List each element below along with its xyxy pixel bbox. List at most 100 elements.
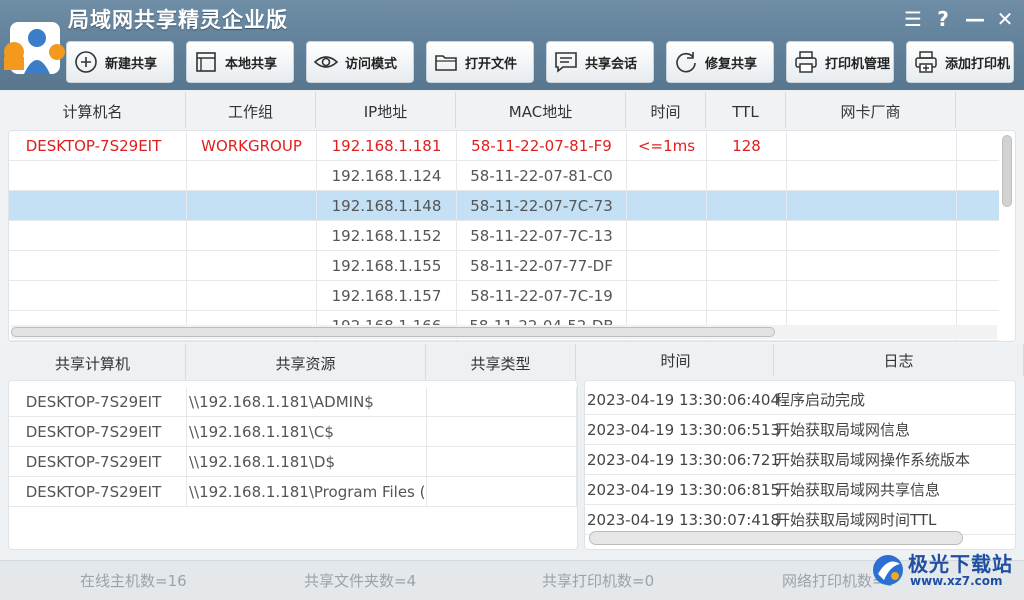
host-row[interactable]: 192.168.1.148 58-11-22-07-7C-73	[9, 191, 999, 221]
share-cell: DESKTOP-7S29EIT	[9, 447, 187, 477]
scroll-thumb[interactable]	[11, 327, 775, 337]
host-row[interactable]: 192.168.1.155 58-11-22-07-77-DF	[9, 251, 999, 281]
share-cell	[427, 477, 577, 507]
log-message: 开始获取局域网共享信息	[775, 481, 941, 499]
share-row[interactable]: DESKTOP-7S29EIT \\192.168.1.181\D$	[9, 447, 577, 477]
share-cell: \\192.168.1.181\D$	[187, 447, 427, 477]
hosts-column-header[interactable]: MAC地址	[456, 92, 626, 128]
toolbar-button-4[interactable]: 共享会话	[546, 41, 654, 83]
shares-column-header[interactable]: 共享计算机	[0, 344, 186, 380]
host-cell	[707, 251, 787, 281]
share-cell	[427, 387, 577, 417]
shares-column-header[interactable]: 共享资源	[186, 344, 426, 380]
hosts-vertical-scrollbar[interactable]	[1001, 133, 1013, 309]
hosts-column-header[interactable]: 网卡厂商	[786, 92, 956, 128]
host-row[interactable]: DESKTOP-7S29EIT WORKGROUP 192.168.1.181 58-…	[9, 131, 999, 161]
log-row[interactable]: 2023-04-19 13:30:06:404 程序启动完成	[585, 385, 1015, 415]
toolbar-button-1[interactable]: 本地共享	[186, 41, 294, 83]
app-window: 局域网共享精灵企业版 ☰ ? — ✕ 新建共享 本地共享 访问模式 打开文件 共享会话 修…	[0, 0, 1024, 600]
log-time: 2023-04-19 13:30:06:404	[587, 391, 780, 409]
host-cell	[787, 221, 957, 251]
toolbar-button-3[interactable]: 打开文件	[426, 41, 534, 83]
app-title: 局域网共享精灵企业版	[68, 8, 288, 32]
host-cell: 58-11-22-07-7C-73	[457, 191, 627, 221]
hosts-column-header[interactable]: 时间	[626, 92, 706, 128]
window-icon	[193, 49, 219, 75]
scroll-thumb[interactable]	[1002, 135, 1012, 207]
minimize-button[interactable]: —	[962, 6, 988, 32]
shares-column-header[interactable]: 共享类型	[426, 344, 576, 380]
host-cell: 58-11-22-07-81-C0	[457, 161, 627, 191]
close-button[interactable]: ✕	[992, 6, 1018, 32]
share-cell: \\192.168.1.181\Program Files (x86)	[187, 477, 427, 507]
log-column-header[interactable]: 时间	[578, 344, 774, 376]
printer-add-icon	[913, 49, 939, 75]
hosts-column-header[interactable]: TTL	[706, 92, 786, 128]
host-cell	[627, 161, 707, 191]
hosts-column-header[interactable]: 工作组	[186, 92, 316, 128]
log-horizontal-scrollbar[interactable]	[589, 531, 963, 545]
host-row[interactable]: 192.168.1.152 58-11-22-07-7C-13	[9, 221, 999, 251]
host-cell	[9, 161, 187, 191]
share-row[interactable]: DESKTOP-7S29EIT \\192.168.1.181\ADMIN$	[9, 387, 577, 417]
shared-folders-count: 共享文件夹数=4	[304, 572, 417, 590]
watermark-name: 极光下载站	[908, 552, 1013, 576]
toolbar-button-label: 访问模式	[345, 56, 398, 72]
log-message: 开始获取局域网信息	[775, 421, 911, 439]
log-time: 2023-04-19 13:30:06:513	[587, 421, 780, 439]
log-message: 程序启动完成	[775, 391, 866, 409]
host-cell	[9, 221, 187, 251]
toolbar-button-0[interactable]: 新建共享	[66, 41, 174, 83]
app-logo-icon	[4, 22, 65, 74]
share-cell: \\192.168.1.181\C$	[187, 417, 427, 447]
host-cell	[787, 281, 957, 311]
refresh-icon	[673, 49, 699, 75]
log-row[interactable]: 2023-04-19 13:30:06:815 开始获取局域网共享信息	[585, 475, 1015, 505]
toolbar-button-6[interactable]: 打印机管理	[786, 41, 894, 83]
menu-button[interactable]: ☰	[900, 6, 926, 32]
host-cell	[787, 251, 957, 281]
log-column-header[interactable]: 日志	[774, 344, 1024, 376]
log-panel: 时间 日志 2023-04-19 13:30:06:404 程序启动完成 2023-0…	[578, 344, 1024, 554]
host-cell	[187, 191, 317, 221]
log-row[interactable]: 2023-04-19 13:30:06:721 开始获取局域网操作系统版本	[585, 445, 1015, 475]
host-cell	[187, 281, 317, 311]
toolbar-button-label: 打印机管理	[825, 56, 891, 72]
host-cell	[707, 221, 787, 251]
host-cell	[187, 221, 317, 251]
shares-table-body: DESKTOP-7S29EIT \\192.168.1.181\ADMIN$ DES…	[8, 380, 578, 550]
host-cell	[707, 191, 787, 221]
toolbar-button-2[interactable]: 访问模式	[306, 41, 414, 83]
toolbar-button-label: 新建共享	[105, 56, 158, 72]
printer-icon	[793, 49, 819, 75]
host-cell: 58-11-22-07-81-F9	[457, 131, 627, 161]
host-cell: 192.168.1.152	[317, 221, 457, 251]
hosts-column-header[interactable]: IP地址	[316, 92, 456, 128]
help-button[interactable]: ?	[930, 6, 956, 32]
share-row[interactable]: DESKTOP-7S29EIT \\192.168.1.181\C$	[9, 417, 577, 447]
host-cell: 128	[707, 131, 787, 161]
log-row[interactable]: 2023-04-19 13:30:06:513 开始获取局域网信息	[585, 415, 1015, 445]
host-cell: 58-11-22-07-7C-13	[457, 221, 627, 251]
toolbar-button-5[interactable]: 修复共享	[666, 41, 774, 83]
toolbar-button-7[interactable]: 添加打印机	[906, 41, 1014, 83]
share-cell: \\192.168.1.181\ADMIN$	[187, 387, 427, 417]
log-time: 2023-04-19 13:30:06:721	[587, 451, 780, 469]
share-cell: DESKTOP-7S29EIT	[9, 387, 187, 417]
host-cell: DESKTOP-7S29EIT	[9, 131, 187, 161]
host-row[interactable]: 192.168.1.157 58-11-22-07-7C-19	[9, 281, 999, 311]
watermark: 极光下载站 www.xz7.com	[870, 548, 1020, 594]
share-row[interactable]: DESKTOP-7S29EIT \\192.168.1.181\Program F…	[9, 477, 577, 507]
hosts-table: 计算机名 工作组 IP地址 MAC地址 时间 TTL 网卡厂商 DESKTOP-7S29EI…	[0, 92, 1024, 344]
host-cell: WORKGROUP	[187, 131, 317, 161]
host-cell	[9, 281, 187, 311]
host-cell: 58-11-22-07-7C-19	[457, 281, 627, 311]
host-cell	[627, 221, 707, 251]
hosts-horizontal-scrollbar[interactable]	[11, 325, 997, 339]
host-row[interactable]: 192.168.1.124 58-11-22-07-81-C0	[9, 161, 999, 191]
shared-printers-count: 共享打印机数=0	[542, 572, 655, 590]
hosts-column-header[interactable]: 计算机名	[0, 92, 186, 128]
host-cell	[707, 281, 787, 311]
toolbar-button-label: 打开文件	[465, 56, 518, 72]
host-cell	[787, 131, 957, 161]
